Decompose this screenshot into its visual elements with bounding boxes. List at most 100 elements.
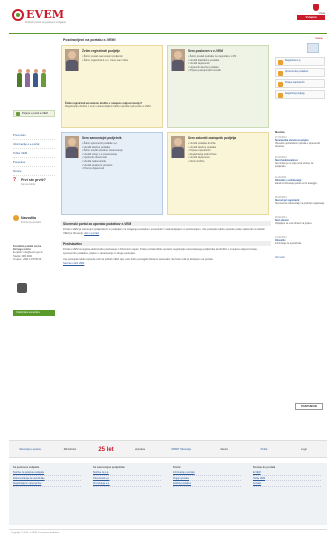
quick-link[interactable]: Spremembe podatkov — [275, 68, 325, 77]
panel-business-user[interactable]: Sem posloven v e-VEM Želim poslati podat… — [167, 45, 269, 128]
news-item[interactable]: 28.02.2014 Novi obrazci Objavljeni so no… — [275, 217, 325, 226]
panel-link[interactable]: Prenos dejavnosti — [82, 167, 162, 171]
footer-link[interactable]: Prenehanje s.p. — [93, 481, 161, 487]
first-time-box[interactable]: ? Prvi ste prvič? Kaj vse lahko — [13, 177, 55, 189]
partner-logo[interactable]: PANTHEON — [295, 403, 323, 410]
partner-logo[interactable]: Logo — [287, 445, 321, 455]
panel-list: Želim spremeniti podatke s.p. Urediti da… — [82, 142, 162, 171]
panel-title: Sem zakoniti zastopnik podjetja — [188, 136, 237, 140]
news-heading: Novice — [275, 130, 285, 134]
partner-logo[interactable]: 25 let — [93, 445, 119, 455]
first-time-subtitle: Kaj vse lahko — [21, 183, 36, 186]
news-item[interactable]: 05.03.2014 Novosti pri registraciji Spre… — [275, 197, 325, 206]
copyright: Copyright © 2014 - e-VEM. Vse pravice pr… — [9, 529, 327, 535]
footer-column: Dostop do portala E-VEM Točke VEM Kontak… — [253, 466, 321, 487]
partner-logo[interactable]: Ministrstvo — [53, 445, 87, 455]
panel-title: Sem posloven v e-VEM — [188, 49, 223, 53]
section-paragraph: Vse postopke lahko opravite tudi na točk… — [63, 258, 214, 261]
panel-sole-trader[interactable]: Sem samostojni podjetnik Želim spremenit… — [61, 132, 163, 215]
person-photo — [171, 136, 185, 158]
partner-logo[interactable]: Zavod — [207, 445, 241, 455]
left-banner[interactable]: Vsebinska usmeritev — [13, 310, 55, 316]
doc-icon — [278, 60, 283, 65]
quick-link[interactable]: Prijava zaposlenih — [275, 79, 325, 88]
partner-logos-strip: Slovenija e-uprava Ministrstvo 25 let eU… — [9, 440, 327, 458]
news-item[interactable]: 11.03.2014 Obvestilo o vzdrževanju Zarad… — [275, 177, 325, 186]
people-illustration — [13, 63, 53, 87]
news-text: Obvestilo uporabnikom portala o sprememb… — [275, 142, 321, 148]
left-nav: Prva stran Informacije o e-portal Točke … — [13, 131, 55, 176]
left-nav-item[interactable]: Točke VEM — [13, 149, 55, 158]
left-nav-item[interactable]: Novice — [13, 167, 55, 176]
question-icon: ? — [13, 177, 17, 183]
contact-info: Kontaktni podatki centra klicnega centra… — [13, 245, 55, 261]
panel-register-company[interactable]: Želim registrirati podjetje Želim postat… — [61, 45, 163, 128]
news-item[interactable]: 27.03.2014 Sprememba obrazca za prijavo … — [275, 137, 325, 149]
section-text: Portal e-VEM je namenjen podjetnikom in … — [61, 226, 271, 237]
left-nav-item[interactable]: Povezave — [13, 158, 55, 167]
footer-link[interactable]: Registracija in spremembe — [13, 481, 81, 487]
search-link[interactable]: Iskanje — [315, 37, 323, 40]
news-text: Spremembe zakonodaje na področju registr… — [275, 202, 325, 205]
news-text: Informacije za uporabnike. — [275, 242, 302, 245]
header: EVEM Državni portal za poslovne subjekte… — [9, 0, 327, 34]
login-button-label: Prijava v portal e-VEM — [22, 112, 48, 115]
help-icon — [13, 215, 19, 221]
left-nav-item[interactable]: Prva stran — [13, 131, 55, 140]
section-link[interactable]: Več o portalu — [84, 232, 99, 235]
news-item[interactable]: 14.02.2014 Obvestilo Informacije za upor… — [275, 237, 325, 246]
contact-line: Iz tujine: +386 1 478 86 00 — [13, 257, 42, 261]
news-text: Zaradi vzdrževanja portal ne bo doseglji… — [275, 182, 318, 185]
partner-logo[interactable]: Slovenija e-uprava — [13, 445, 47, 455]
footer-link[interactable]: Zaščita podatkov — [173, 481, 241, 487]
panel-list: Urediti podatke družbe Urediti davčne po… — [188, 142, 268, 164]
footer-column: Za poslovne subjekte Storitve za poslovn… — [13, 466, 81, 487]
help-title: Navodila — [21, 216, 36, 220]
crest-icon — [313, 4, 319, 11]
panel-title: Želim registrirati podjetje — [82, 49, 121, 53]
panel-link[interactable]: Prijava pokojninskih izvedb — [188, 69, 268, 73]
partner-logo[interactable]: eUprava — [125, 445, 155, 455]
news-text: Na portalu je na voljo nova storitev za … — [275, 162, 314, 168]
more-news-link[interactable]: Več novic — [275, 257, 325, 259]
first-time-title: Prvi ste prvič? — [21, 178, 46, 182]
entry-tab[interactable]: Vstopna — [297, 15, 325, 20]
quick-link-label: Spremembe podatkov — [285, 70, 309, 73]
panel-link[interactable]: Izbris družbe — [188, 160, 268, 164]
help-box[interactable]: Navodila Pomoč za uporabo — [13, 215, 55, 227]
panel-list: Želim postati samostojni podjetnik Želim… — [82, 55, 162, 62]
quick-link-label: Registrirati s.p. — [285, 59, 301, 62]
quick-link[interactable]: Registrirati s.p. — [275, 57, 325, 66]
section-paragraph: Portal e-VEM omogoča elektronsko poslova… — [63, 248, 258, 255]
help-subtitle: Pomoč za uporabo — [21, 221, 42, 224]
text-section: Slovenski portal za uporabo podatkov e-V… — [61, 221, 271, 267]
left-nav-item[interactable]: Informacije o e-portal — [13, 140, 55, 149]
partner-logo[interactable]: Pošta — [247, 445, 281, 455]
person-photo — [65, 136, 79, 158]
quick-link-label: Registriraj podjetje — [285, 92, 305, 95]
section-link[interactable]: Seznam točk VEM — [63, 262, 84, 265]
login-button[interactable]: Prijava v portal e-VEM — [13, 110, 55, 117]
phone-icon — [17, 283, 27, 293]
doc-icon — [278, 93, 283, 98]
footer: Za poslovne subjekte Storitve za poslovn… — [9, 463, 327, 525]
panel-list: Želim poslati podatke za zaposlitev v RS… — [188, 55, 268, 73]
logo[interactable]: EVEM — [12, 8, 64, 21]
news-text: Objavljeni so novi obrazci za prijavo. — [275, 222, 313, 225]
doc-icon — [278, 82, 283, 87]
header-divider — [9, 33, 327, 34]
monitor-icon — [307, 43, 319, 53]
news-item[interactable]: 19.03.2014 Nova funkcionalnost Na portal… — [275, 157, 325, 169]
section-text: Portal e-VEM omogoča elektronsko poslova… — [61, 246, 271, 267]
panel-title: Sem samostojni podjetnik — [82, 136, 122, 140]
main-content: Pozdravljeni na portalu e-VEM! Želim reg… — [61, 37, 271, 265]
panel-link[interactable]: Želim registrirati d.o.o. / Eno sam dobo — [82, 59, 162, 63]
page-title: Pozdravljeni na portalu e-VEM! — [63, 38, 116, 42]
person-photo — [171, 49, 185, 71]
partner-logo[interactable]: SPIRIT Slovenija — [161, 445, 201, 455]
panel-legal-representative[interactable]: Sem zakoniti zastopnik podjetja Urediti … — [167, 132, 269, 215]
logo-subtitle: Državni portal za poslovne subjekte — [25, 21, 66, 24]
page: EVEM Državni portal za poslovne subjekte… — [9, 0, 327, 548]
footer-link[interactable]: Kontakt — [253, 481, 321, 487]
quick-link[interactable]: Registriraj podjetje — [275, 90, 325, 99]
